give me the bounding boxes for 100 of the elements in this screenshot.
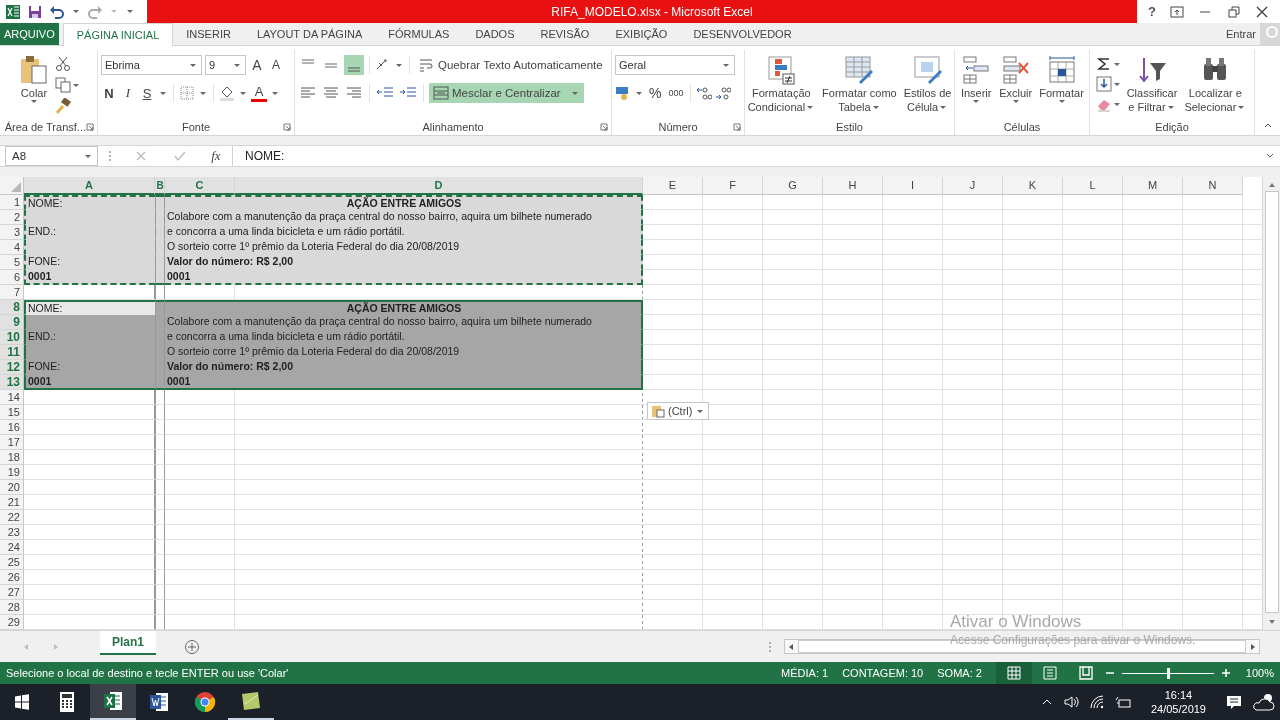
row-header[interactable]: 3 [0, 225, 24, 240]
underline-button[interactable]: S [139, 83, 155, 103]
vertical-scrollbar[interactable] [1262, 177, 1280, 630]
caret-icon[interactable] [240, 91, 246, 95]
bold-button[interactable]: N [101, 83, 117, 103]
scroll-down-icon[interactable] [1267, 618, 1276, 626]
scroll-up-icon[interactable] [1267, 181, 1276, 189]
sheet-tab[interactable]: Plan1 [100, 631, 156, 655]
windows-start-icon[interactable] [14, 694, 30, 710]
caret-icon[interactable] [1113, 102, 1120, 106]
caret-icon[interactable] [73, 83, 79, 87]
row-header[interactable]: 14 [0, 390, 24, 405]
row-header[interactable]: 26 [0, 570, 24, 585]
column-header[interactable]: A [24, 177, 155, 195]
caret-icon[interactable] [807, 105, 814, 109]
row-header[interactable]: 21 [0, 495, 24, 510]
customize-caret-icon[interactable] [127, 10, 133, 13]
fill-bucket-icon[interactable] [219, 85, 235, 101]
format-as-table-button[interactable]: Formatar como Tabela [820, 54, 899, 114]
scissors-icon[interactable] [55, 56, 71, 72]
row-header[interactable]: 5 [0, 255, 24, 270]
find-select-button[interactable]: Localizar e Selecionar [1182, 54, 1249, 114]
dialog-launcher-icon[interactable] [283, 122, 291, 131]
zoom-slider-thumb[interactable] [1166, 667, 1170, 679]
copy-icon[interactable] [55, 77, 71, 93]
percent-button[interactable]: % [647, 83, 664, 103]
dialog-launcher-icon[interactable] [733, 122, 741, 131]
row-header[interactable]: 25 [0, 555, 24, 570]
row-header[interactable]: 1 [0, 195, 24, 210]
column-header[interactable]: L [1063, 177, 1123, 195]
dialog-launcher-icon[interactable] [600, 122, 608, 131]
sign-in-link[interactable]: Entrar [1226, 28, 1256, 40]
row-header[interactable]: 6 [0, 270, 24, 285]
caret-icon[interactable] [571, 91, 578, 95]
ribbon-tab[interactable]: EXIBIÇÃO [602, 23, 681, 45]
row-header[interactable]: 29 [0, 615, 24, 630]
ribbon-tab[interactable]: FÓRMULAS [375, 23, 463, 45]
column-header[interactable]: H [823, 177, 883, 195]
caret-icon[interactable] [1113, 62, 1120, 66]
caret-icon[interactable] [636, 91, 642, 95]
sort-filter-button[interactable]: Classificar e Filtrar [1124, 54, 1180, 114]
expand-formula-icon[interactable] [1266, 152, 1274, 160]
increase-decimal-icon[interactable] [696, 85, 713, 101]
speaker-icon[interactable] [1062, 694, 1079, 710]
row-header[interactable]: 22 [0, 510, 24, 525]
clock[interactable]: 16:14 24/05/2019 [1150, 688, 1206, 716]
caret-icon[interactable] [234, 63, 240, 67]
wifi-icon[interactable] [1088, 694, 1105, 710]
help-button[interactable]: ? [1148, 4, 1157, 19]
column-header[interactable]: D [235, 177, 643, 195]
ribbon-display-icon[interactable] [1170, 5, 1185, 18]
scroll-thumb[interactable] [1264, 191, 1279, 613]
row-header[interactable]: 24 [0, 540, 24, 555]
zoom-level[interactable]: 100% [1245, 667, 1274, 679]
insert-function-button[interactable]: fx [211, 148, 221, 164]
format-button[interactable]: Formatar [1037, 54, 1086, 103]
restore-icon[interactable] [1226, 5, 1241, 18]
caret-icon[interactable] [872, 105, 879, 109]
normal-view-button[interactable] [995, 662, 1032, 684]
scroll-left-icon[interactable] [787, 642, 795, 651]
delete-button[interactable]: Excluir [997, 54, 1035, 103]
row-header[interactable]: 8 [0, 300, 24, 315]
column-header[interactable]: I [883, 177, 943, 195]
caret-icon[interactable] [723, 63, 729, 67]
column-header[interactable]: C [165, 177, 235, 195]
ribbon-tab[interactable]: ARQUIVO [0, 23, 59, 45]
column-header[interactable]: E [643, 177, 703, 195]
caret-icon[interactable] [73, 10, 79, 13]
currency-icon[interactable] [615, 85, 631, 101]
caret-icon[interactable] [190, 63, 196, 67]
add-sheet-icon[interactable] [184, 638, 200, 655]
sum-icon[interactable] [1095, 56, 1112, 72]
ribbon-tab[interactable]: DESENVOLVEDOR [680, 23, 805, 45]
decrease-decimal-icon[interactable] [715, 85, 732, 101]
caret-icon[interactable] [1238, 105, 1245, 109]
caret-icon[interactable] [396, 63, 402, 67]
collapse-ribbon-icon[interactable] [1264, 121, 1272, 129]
conditional-formatting-button[interactable]: Formatação Condicional [745, 54, 818, 114]
row-header[interactable]: 11 [0, 345, 24, 360]
cell-styles-button[interactable]: Estilos de Célula [901, 54, 954, 114]
column-header[interactable]: N [1183, 177, 1243, 195]
fill-down-icon[interactable] [1095, 76, 1112, 92]
ribbon-tab[interactable]: REVISÃO [527, 23, 603, 45]
caret-icon[interactable] [160, 91, 166, 95]
column-header[interactable]: K [1003, 177, 1063, 195]
name-box[interactable]: A8 [5, 146, 98, 166]
caret-icon[interactable] [1167, 105, 1174, 109]
paste-button[interactable]: Colar [16, 54, 52, 103]
row-header[interactable]: 4 [0, 240, 24, 255]
row-header[interactable]: 9 [0, 315, 24, 330]
ribbon-tab[interactable]: LAYOUT DA PÁGINA [243, 23, 376, 45]
ribbon-tab[interactable]: DADOS [462, 23, 528, 45]
zoom-slider[interactable] [1121, 667, 1214, 679]
italic-button[interactable]: I [120, 83, 136, 103]
row-header[interactable]: 28 [0, 600, 24, 615]
caret-icon[interactable] [200, 91, 206, 95]
notification-icon[interactable] [1226, 694, 1242, 710]
grow-font-button[interactable]: A [249, 55, 265, 75]
close-icon[interactable] [1254, 5, 1269, 18]
row-header[interactable]: 19 [0, 465, 24, 480]
